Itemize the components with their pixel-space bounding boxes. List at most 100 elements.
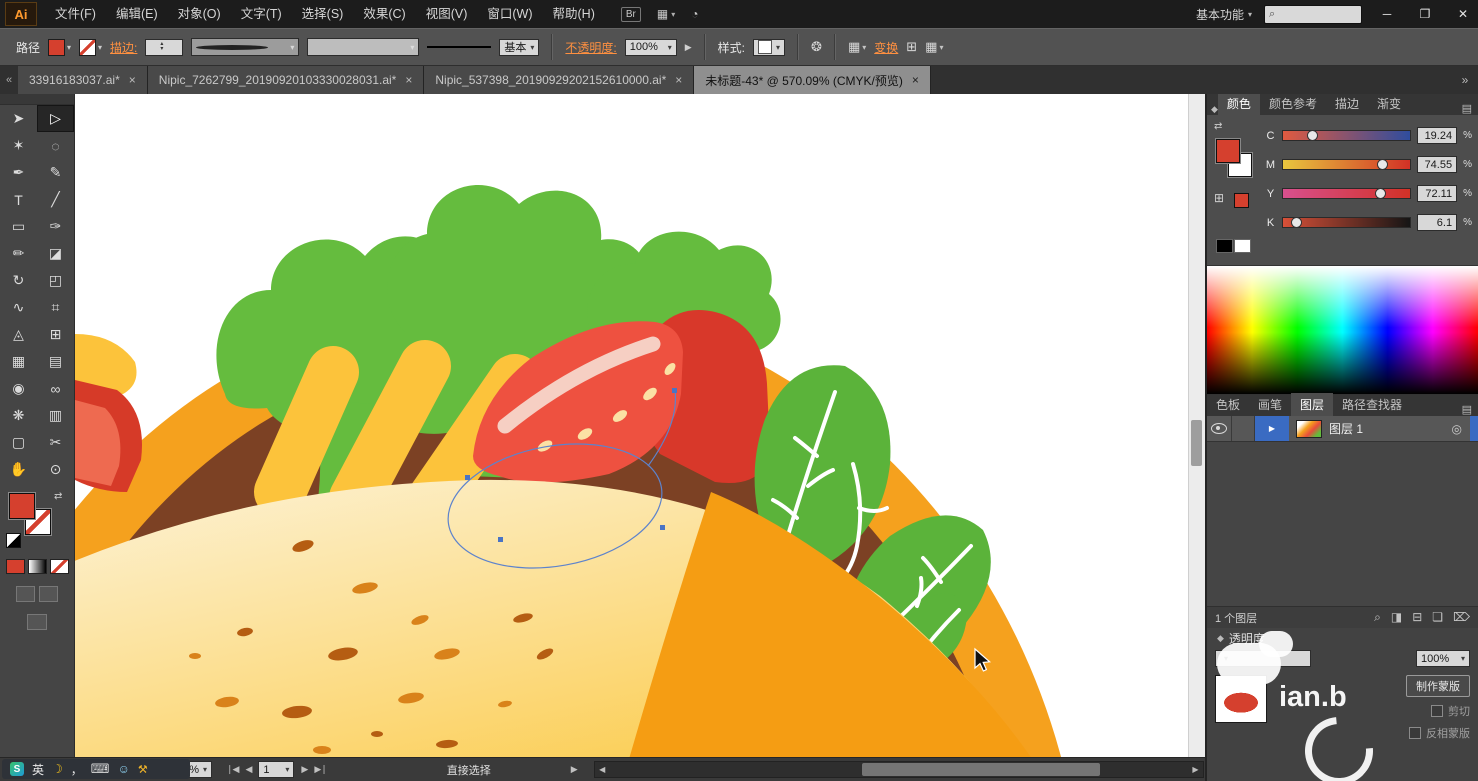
- scrollbar-track[interactable]: [610, 762, 1188, 777]
- layer-row[interactable]: ▶ 图层 1 ◎: [1207, 416, 1478, 442]
- cs-live-icon[interactable]: ◔: [691, 7, 698, 21]
- scroll-left-icon[interactable]: ◀: [595, 765, 610, 774]
- tab-overflow-icon[interactable]: »: [1452, 66, 1478, 94]
- clip-checkbox-row[interactable]: 剪切: [1431, 703, 1470, 719]
- color-spectrum[interactable]: [1207, 265, 1478, 395]
- gamut-swatch[interactable]: [1234, 193, 1249, 208]
- new-sublayer-icon[interactable]: ⊟: [1412, 610, 1422, 625]
- style-select[interactable]: ▾: [753, 38, 786, 56]
- menu-item[interactable]: 帮助(H): [543, 0, 605, 28]
- menu-item[interactable]: 视图(V): [416, 0, 478, 28]
- align-icon[interactable]: ▦ ▾: [848, 39, 866, 55]
- fill-color-picker[interactable]: ▾: [48, 38, 71, 56]
- color-mode-button[interactable]: [5, 559, 25, 574]
- lock-cell[interactable]: [1232, 416, 1255, 441]
- stepper-icons[interactable]: ▴ ▾: [160, 41, 163, 52]
- symbol-sprayer-tool[interactable]: ❋: [0, 402, 37, 429]
- document-tab-active[interactable]: 未标题-43* @ 570.09% (CMYK/预览) ×: [694, 66, 931, 94]
- close-tab-icon[interactable]: ×: [405, 73, 412, 87]
- first-artboard-icon[interactable]: ❘◀: [226, 764, 240, 775]
- swap-colors-icon[interactable]: ⇄: [1214, 121, 1222, 132]
- pen-tool[interactable]: ✒: [0, 159, 37, 186]
- target-icon[interactable]: ◎: [1452, 422, 1462, 436]
- menu-item[interactable]: 窗口(W): [477, 0, 542, 28]
- pencil-tool[interactable]: ✏: [0, 240, 37, 267]
- tab-color-guide[interactable]: 颜色参考: [1260, 94, 1326, 115]
- sogou-logo-icon[interactable]: S: [10, 762, 24, 776]
- transparency-opacity-select[interactable]: 100% ▾: [1416, 650, 1470, 667]
- out-of-gamut-icon[interactable]: ⊞: [1214, 191, 1224, 205]
- stroke-panel-link[interactable]: 描边:: [110, 39, 137, 56]
- swap-fill-stroke-icon[interactable]: ⇄: [54, 491, 62, 502]
- close-tab-icon[interactable]: ×: [129, 73, 136, 87]
- restore-button[interactable]: ❐: [1412, 7, 1438, 21]
- perspective-grid-tool[interactable]: ⊞: [37, 321, 74, 348]
- mesh-tool[interactable]: ▦: [0, 348, 37, 375]
- invert-mask-checkbox-row[interactable]: 反相蒙版: [1409, 725, 1470, 741]
- brush-definition-select[interactable]: ▾: [307, 38, 420, 56]
- panel-menu-icon[interactable]: ▤: [1456, 102, 1478, 115]
- yellow-value-input[interactable]: 72.11: [1417, 185, 1458, 202]
- rotate-tool[interactable]: ↻: [0, 267, 37, 294]
- magenta-value-input[interactable]: 74.55: [1417, 156, 1458, 173]
- width-profile-select[interactable]: ▾: [191, 38, 300, 56]
- anchor-point-tool[interactable]: ✎: [37, 159, 74, 186]
- scale-tool[interactable]: ◰: [37, 267, 74, 294]
- horizontal-scrollbar-thumb[interactable]: [861, 763, 1100, 776]
- document-tab[interactable]: 33916183037.ai* ×: [18, 66, 148, 94]
- opacity-link[interactable]: 不透明度:: [565, 39, 616, 56]
- blend-mode-select[interactable]: ▾: [1215, 650, 1311, 667]
- document-tab[interactable]: Nipic_537398_20190929202152610000.ai* ×: [424, 66, 695, 94]
- menu-item[interactable]: 文件(F): [45, 0, 106, 28]
- artboard-number-select[interactable]: 1 ▾: [258, 761, 295, 778]
- zoom-tool[interactable]: ⊙: [37, 456, 74, 483]
- shape-builder-tool[interactable]: ◬: [0, 321, 37, 348]
- layer-thumbnail[interactable]: [1296, 419, 1322, 438]
- ime-fullhalf-icon[interactable]: ☽: [52, 762, 63, 776]
- tab-color[interactable]: 颜色: [1217, 94, 1260, 115]
- panel-collapse-icon[interactable]: ◆: [1211, 104, 1218, 115]
- recolor-artwork-icon[interactable]: ❂: [811, 39, 822, 55]
- tab-swatches[interactable]: 色板: [1207, 393, 1249, 416]
- next-artboard-icon[interactable]: ▶: [301, 764, 308, 775]
- ime-punctuation-icon[interactable]: ，: [71, 761, 83, 778]
- black-slider[interactable]: [1282, 217, 1412, 228]
- ime-toolbar[interactable]: S 英 ☽ ， ⌨ ☺ ⚒: [2, 759, 190, 779]
- stroke-weight-input[interactable]: ▴ ▾: [145, 38, 184, 56]
- tab-stroke[interactable]: 描边: [1326, 94, 1368, 115]
- status-flyout-icon[interactable]: ▶: [571, 764, 578, 775]
- fill-proxy-swatch[interactable]: [9, 493, 35, 519]
- ime-emoji-icon[interactable]: ☺: [118, 762, 130, 776]
- search-input[interactable]: [1278, 7, 1343, 21]
- lasso-tool[interactable]: ◌: [37, 132, 74, 159]
- layer-name[interactable]: 图层 1: [1329, 420, 1452, 437]
- slider-knob[interactable]: [1290, 217, 1302, 228]
- transparency-header[interactable]: ◆ 透明度: [1207, 628, 1478, 648]
- delete-layer-icon[interactable]: ⌦: [1453, 610, 1470, 625]
- last-artboard-icon[interactable]: ▶❘: [314, 764, 328, 775]
- ime-keyboard-icon[interactable]: ⌨: [91, 761, 110, 777]
- tomato-left-chunk[interactable]: [75, 380, 142, 492]
- yellow-slider[interactable]: [1282, 188, 1412, 199]
- stroke-color-picker[interactable]: ▾: [79, 38, 102, 56]
- artwork-canvas[interactable]: [75, 94, 1188, 757]
- hand-tool[interactable]: ✋: [0, 456, 37, 483]
- document-tab[interactable]: Nipic_7262799_20190920103330028031.ai* ×: [147, 66, 425, 94]
- blend-tool[interactable]: ∞: [37, 375, 74, 402]
- close-tab-icon[interactable]: ×: [912, 73, 919, 87]
- layer-expand-cell[interactable]: ▶: [1255, 416, 1289, 441]
- close-tab-icon[interactable]: ×: [675, 73, 682, 87]
- clipping-mask-icon[interactable]: ◨: [1391, 610, 1402, 625]
- visibility-cell[interactable]: [1207, 416, 1232, 441]
- slice-tool[interactable]: ✂: [37, 429, 74, 456]
- isolate-selection-icon[interactable]: ⊞: [906, 39, 917, 55]
- opacity-select[interactable]: 100% ▾: [624, 38, 677, 56]
- menu-item[interactable]: 文字(T): [231, 0, 292, 28]
- more-options-icon[interactable]: ▦ ▾: [925, 39, 943, 55]
- vertical-scrollbar-thumb[interactable]: [1191, 420, 1202, 466]
- locate-object-icon[interactable]: ⌕: [1374, 610, 1381, 625]
- slider-knob[interactable]: [1307, 130, 1319, 141]
- black-swatch[interactable]: [1216, 239, 1233, 253]
- gradient-mode-button[interactable]: [27, 559, 47, 574]
- magic-wand-tool[interactable]: ✶: [0, 132, 37, 159]
